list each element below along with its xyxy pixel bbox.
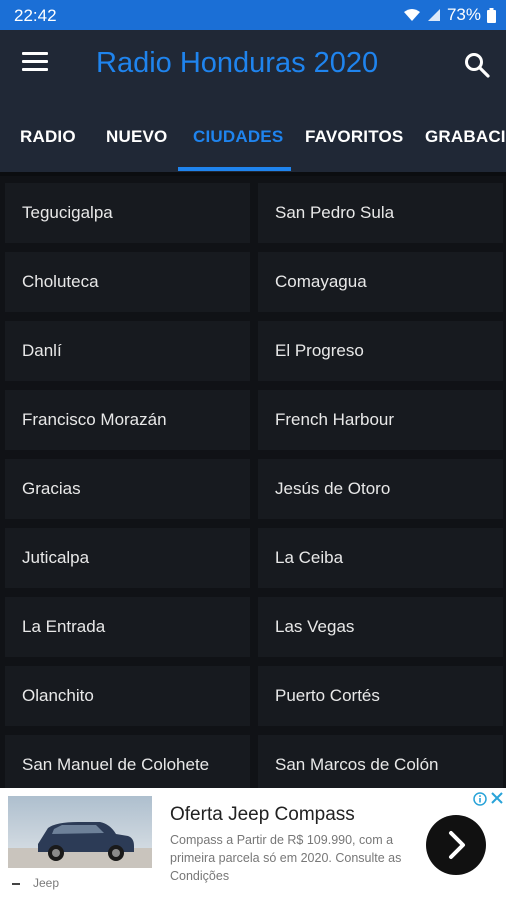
- status-bar: 22:42 73%: [0, 0, 506, 30]
- hamburger-menu-icon[interactable]: [22, 52, 48, 72]
- city-item[interactable]: San Pedro Sula: [258, 183, 503, 243]
- city-item[interactable]: Las Vegas: [258, 597, 503, 657]
- city-grid: Tegucigalpa San Pedro Sula Choluteca Comaya…: [0, 176, 506, 788]
- city-item[interactable]: Jesús de Otoro: [258, 459, 503, 519]
- tab-ciudades[interactable]: CIUDADES: [193, 127, 283, 147]
- city-item[interactable]: Danlí: [5, 321, 250, 381]
- ad-headline[interactable]: Oferta Jeep Compass: [170, 804, 355, 826]
- tab-radio[interactable]: RADIO: [20, 127, 76, 147]
- city-item[interactable]: Comayagua: [258, 252, 503, 312]
- status-icons: 73%: [403, 5, 496, 25]
- app-bar: Radio Honduras 2020: [0, 30, 506, 100]
- ad-brand: Jeep: [33, 876, 60, 890]
- chevron-right-icon: [449, 831, 465, 859]
- city-item[interactable]: La Entrada: [5, 597, 250, 657]
- battery-icon: [487, 7, 496, 23]
- city-item[interactable]: La Ceiba: [258, 528, 503, 588]
- status-time: 22:42: [14, 6, 57, 25]
- city-item[interactable]: Francisco Morazán: [5, 390, 250, 450]
- tab-grabaciones[interactable]: GRABACIÓ: [425, 127, 506, 147]
- car-ad-image[interactable]: [8, 796, 152, 868]
- signal-icon: [427, 9, 440, 21]
- info-icon[interactable]: [473, 792, 487, 806]
- app-title: Radio Honduras 2020: [96, 47, 379, 79]
- city-item[interactable]: El Progreso: [258, 321, 503, 381]
- battery-percentage: 73%: [446, 5, 481, 24]
- tab-nuevo[interactable]: NUEVO: [106, 127, 167, 147]
- ad-banner[interactable]: Jeep Oferta Jeep Compass Compass a Parti…: [0, 788, 506, 900]
- city-item[interactable]: Puerto Cortés: [258, 666, 503, 726]
- city-item[interactable]: Juticalpa: [5, 528, 250, 588]
- city-item[interactable]: Gracias: [5, 459, 250, 519]
- ad-cta-button[interactable]: [426, 815, 486, 875]
- ad-brand-dash-icon: [12, 883, 20, 885]
- city-item[interactable]: San Marcos de Colón: [258, 735, 503, 788]
- wifi-icon: [403, 9, 420, 21]
- city-item[interactable]: French Harbour: [258, 390, 503, 450]
- search-icon[interactable]: [464, 52, 490, 78]
- close-icon[interactable]: [491, 792, 503, 804]
- active-tab-indicator: [178, 167, 291, 171]
- city-item[interactable]: Olanchito: [5, 666, 250, 726]
- tab-favoritos[interactable]: FAVORITOS: [305, 127, 403, 147]
- city-item[interactable]: Tegucigalpa: [5, 183, 250, 243]
- city-item[interactable]: San Manuel de Colohete: [5, 735, 250, 788]
- tab-bar: RADIO NUEVO CIUDADES FAVORITOS GRABACIÓ: [0, 100, 506, 172]
- ad-body-text: Compass a Partir de R$ 109.990, com a pr…: [170, 833, 402, 883]
- city-item[interactable]: Choluteca: [5, 252, 250, 312]
